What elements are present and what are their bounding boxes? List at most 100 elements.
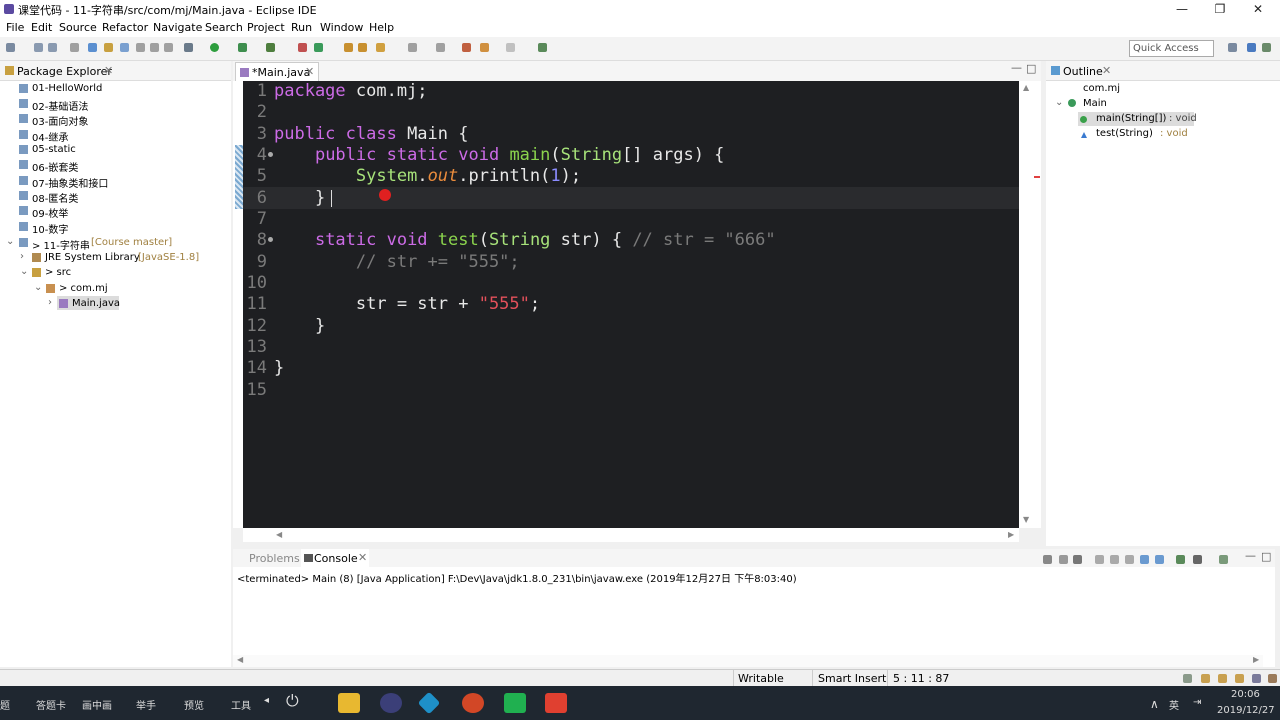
- menu-refactor[interactable]: Refactor: [102, 21, 148, 34]
- tab-problems[interactable]: Problems: [249, 552, 300, 565]
- next-annotation-icon[interactable]: [408, 43, 417, 52]
- chevron-down-icon[interactable]: ⌄: [1055, 97, 1063, 108]
- code-editor[interactable]: 1 2 3 4 5 6 7 8 9 10 11 12 13 14 15 pack…: [243, 81, 1019, 528]
- new-class-icon[interactable]: [314, 43, 323, 52]
- status-icon[interactable]: [1201, 674, 1210, 683]
- close-icon[interactable]: ✕: [104, 64, 113, 77]
- minimize-icon[interactable]: —: [1245, 549, 1256, 562]
- chevron-left-icon[interactable]: ◂: [264, 695, 269, 706]
- chevron-right-icon[interactable]: ›: [20, 251, 24, 262]
- tree-item[interactable]: 06-嵌套类: [32, 159, 78, 174]
- toggle-mark-icon[interactable]: [136, 43, 145, 52]
- remove-all-icon[interactable]: [1073, 555, 1082, 564]
- eclipse-app-icon[interactable]: [380, 693, 402, 713]
- tree-item[interactable]: 05-static: [32, 144, 76, 155]
- open-task-icon[interactable]: [120, 43, 129, 52]
- menu-project[interactable]: Project: [247, 21, 285, 34]
- tree-item-src[interactable]: > src: [45, 267, 71, 278]
- menu-help[interactable]: Help: [369, 21, 394, 34]
- fold-icon[interactable]: [268, 237, 273, 242]
- search-icon[interactable]: [358, 43, 367, 52]
- menu-run[interactable]: Run: [291, 21, 312, 34]
- tree-item[interactable]: 03-面向对象: [32, 113, 88, 128]
- debug-icon[interactable]: [184, 43, 193, 52]
- last-edit-icon[interactable]: [462, 43, 471, 52]
- status-icon[interactable]: [1235, 674, 1244, 683]
- overview-ruler[interactable]: [1033, 81, 1041, 528]
- tree-item[interactable]: 07-抽象类和接口: [32, 175, 108, 190]
- debug-perspective-icon[interactable]: [1262, 43, 1271, 52]
- open-console-icon[interactable]: [1219, 555, 1228, 564]
- external-tools-icon[interactable]: [266, 43, 275, 52]
- new-icon[interactable]: [6, 43, 15, 52]
- back-icon[interactable]: [480, 43, 489, 52]
- chevron-right-icon[interactable]: ›: [48, 297, 52, 308]
- minimize-icon[interactable]: —: [1011, 61, 1022, 74]
- horizontal-scrollbar[interactable]: ◀ ▶: [243, 528, 1019, 542]
- taskbar-date[interactable]: 2019/12/27: [1217, 705, 1275, 716]
- vertical-scrollbar[interactable]: ▲ ▼: [1019, 81, 1033, 528]
- menu-navigate[interactable]: Navigate: [153, 21, 202, 34]
- clear-console-icon[interactable]: [1095, 555, 1104, 564]
- taskbar-item[interactable]: 预览: [184, 697, 204, 712]
- tree-item[interactable]: 08-匿名类: [32, 190, 78, 205]
- build-icon[interactable]: [104, 43, 113, 52]
- tree-item-file[interactable]: Main.java: [72, 298, 120, 309]
- open-perspective-icon[interactable]: [344, 43, 353, 52]
- taskbar-item[interactable]: 举手: [136, 697, 156, 712]
- status-icon[interactable]: [1183, 674, 1192, 683]
- package-explorer-tab[interactable]: Package Explorer: [17, 65, 112, 78]
- show-on-error-icon[interactable]: [1155, 555, 1164, 564]
- skip-breakpoints-icon[interactable]: [70, 43, 79, 52]
- clion-icon[interactable]: [545, 693, 567, 713]
- power-icon[interactable]: ⏻: [286, 691, 299, 711]
- tree-item[interactable]: 09-枚举: [32, 205, 68, 220]
- pin-editor-icon[interactable]: [538, 43, 547, 52]
- outline-class[interactable]: Main: [1083, 98, 1107, 109]
- outline-method[interactable]: test(String): [1096, 128, 1153, 139]
- tree-item-package[interactable]: > com.mj: [59, 283, 108, 294]
- coverage-icon[interactable]: [238, 43, 247, 52]
- annotation-icon[interactable]: [376, 43, 385, 52]
- tree-item[interactable]: 04-继承: [32, 129, 68, 144]
- taskbar-item[interactable]: 工具: [231, 697, 251, 712]
- restore-icon[interactable]: ❐: [1202, 0, 1238, 19]
- file-explorer-icon[interactable]: [338, 693, 360, 713]
- remove-launch-icon[interactable]: [1059, 555, 1068, 564]
- menu-file[interactable]: File: [6, 21, 24, 34]
- editor-tab[interactable]: *Main.java ✕: [235, 62, 319, 82]
- whitespace-icon[interactable]: [164, 43, 173, 52]
- java-perspective-icon[interactable]: [1247, 43, 1256, 52]
- menu-source[interactable]: Source: [59, 21, 97, 34]
- tab-console[interactable]: Console ✕: [301, 549, 369, 567]
- open-type-icon[interactable]: [88, 43, 97, 52]
- outline-package[interactable]: com.mj: [1083, 83, 1120, 94]
- ime-indicator[interactable]: 英: [1169, 697, 1179, 712]
- chevron-up-icon[interactable]: ∧: [1150, 697, 1159, 711]
- tree-item-project[interactable]: > 11-字符串: [32, 237, 90, 252]
- minimize-icon[interactable]: —: [1164, 0, 1200, 19]
- chevron-down-icon[interactable]: ⌄: [6, 236, 14, 247]
- maximize-icon[interactable]: □: [1261, 550, 1271, 563]
- outline-tab[interactable]: Outline: [1063, 65, 1103, 78]
- taskbar-item[interactable]: 画中画: [82, 697, 112, 712]
- show-on-output-icon[interactable]: [1140, 555, 1149, 564]
- forward-icon[interactable]: [506, 43, 515, 52]
- camtasia-icon[interactable]: [504, 693, 526, 713]
- console-horizontal-scrollbar[interactable]: ◀ ▶: [233, 655, 1263, 667]
- fold-icon[interactable]: [268, 152, 273, 157]
- taskbar-item[interactable]: 题: [0, 697, 10, 712]
- terminate-icon[interactable]: [1043, 555, 1052, 564]
- close-icon[interactable]: ✕: [1102, 64, 1111, 77]
- save-all-icon[interactable]: [48, 43, 57, 52]
- status-icon[interactable]: [1252, 674, 1261, 683]
- taskbar-item[interactable]: 答题卡: [36, 697, 66, 712]
- close-icon[interactable]: ✕: [358, 551, 367, 564]
- powerpoint-icon[interactable]: [462, 693, 484, 713]
- menu-window[interactable]: Window: [320, 21, 363, 34]
- display-console-icon[interactable]: [1193, 555, 1202, 564]
- menu-edit[interactable]: Edit: [31, 21, 52, 34]
- taskbar-time[interactable]: 20:06: [1231, 689, 1260, 700]
- prev-annotation-icon[interactable]: [436, 43, 445, 52]
- maximize-icon[interactable]: □: [1026, 62, 1036, 75]
